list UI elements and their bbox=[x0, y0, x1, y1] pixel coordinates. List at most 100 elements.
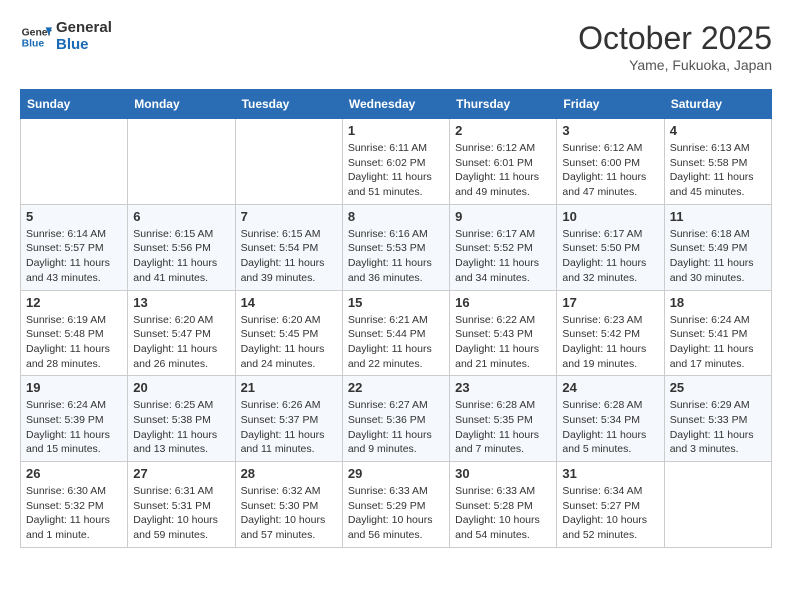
day-info: Sunrise: 6:28 AM Sunset: 5:34 PM Dayligh… bbox=[562, 398, 658, 457]
header-tuesday: Tuesday bbox=[235, 90, 342, 119]
day-number: 10 bbox=[562, 209, 658, 224]
table-row: 3 Sunrise: 6:12 AM Sunset: 6:00 PM Daylig… bbox=[557, 119, 664, 205]
table-row: 30 Sunrise: 6:33 AM Sunset: 5:28 PM Dayli… bbox=[450, 462, 557, 548]
day-info: Sunrise: 6:30 AM Sunset: 5:32 PM Dayligh… bbox=[26, 484, 122, 543]
day-info: Sunrise: 6:17 AM Sunset: 5:50 PM Dayligh… bbox=[562, 227, 658, 286]
day-info: Sunrise: 6:12 AM Sunset: 6:00 PM Dayligh… bbox=[562, 141, 658, 200]
day-info: Sunrise: 6:24 AM Sunset: 5:41 PM Dayligh… bbox=[670, 313, 766, 372]
calendar-table: Sunday Monday Tuesday Wednesday Thursday… bbox=[20, 89, 772, 548]
day-info: Sunrise: 6:14 AM Sunset: 5:57 PM Dayligh… bbox=[26, 227, 122, 286]
day-info: Sunrise: 6:13 AM Sunset: 5:58 PM Dayligh… bbox=[670, 141, 766, 200]
day-info: Sunrise: 6:29 AM Sunset: 5:33 PM Dayligh… bbox=[670, 398, 766, 457]
day-number: 1 bbox=[348, 123, 444, 138]
table-row: 27 Sunrise: 6:31 AM Sunset: 5:31 PM Dayli… bbox=[128, 462, 235, 548]
table-row: 8 Sunrise: 6:16 AM Sunset: 5:53 PM Daylig… bbox=[342, 204, 449, 290]
title-block: October 2025 Yame, Fukuoka, Japan bbox=[578, 20, 772, 73]
day-number: 31 bbox=[562, 466, 658, 481]
header-sunday: Sunday bbox=[21, 90, 128, 119]
table-row: 23Sunrise: 6:28 AM Sunset: 5:35 PM Dayli… bbox=[450, 376, 557, 462]
day-info: Sunrise: 6:19 AM Sunset: 5:48 PM Dayligh… bbox=[26, 313, 122, 372]
table-row: 1 Sunrise: 6:11 AM Sunset: 6:02 PM Daylig… bbox=[342, 119, 449, 205]
day-info: Sunrise: 6:20 AM Sunset: 5:45 PM Dayligh… bbox=[241, 313, 337, 372]
table-row: 10 Sunrise: 6:17 AM Sunset: 5:50 PM Dayli… bbox=[557, 204, 664, 290]
day-number: 11 bbox=[670, 209, 766, 224]
logo: General Blue General Blue bbox=[20, 20, 112, 53]
calendar-header: Sunday Monday Tuesday Wednesday Thursday… bbox=[21, 90, 772, 119]
day-number: 30 bbox=[455, 466, 551, 481]
table-row: 28 Sunrise: 6:32 AM Sunset: 5:30 PM Dayli… bbox=[235, 462, 342, 548]
day-info: Sunrise: 6:26 AM Sunset: 5:37 PM Dayligh… bbox=[241, 398, 337, 457]
day-number: 15 bbox=[348, 295, 444, 310]
day-number: 26 bbox=[26, 466, 122, 481]
day-info: Sunrise: 6:31 AM Sunset: 5:31 PM Dayligh… bbox=[133, 484, 229, 543]
day-number: 16 bbox=[455, 295, 551, 310]
day-info: Sunrise: 6:25 AM Sunset: 5:38 PM Dayligh… bbox=[133, 398, 229, 457]
table-row: 6 Sunrise: 6:15 AM Sunset: 5:56 PM Daylig… bbox=[128, 204, 235, 290]
day-number: 9 bbox=[455, 209, 551, 224]
table-row: 15 Sunrise: 6:21 AM Sunset: 5:44 PM Dayli… bbox=[342, 290, 449, 376]
month-title: October 2025 bbox=[578, 20, 772, 57]
day-number: 28 bbox=[241, 466, 337, 481]
day-info: Sunrise: 6:17 AM Sunset: 5:52 PM Dayligh… bbox=[455, 227, 551, 286]
day-number: 22 bbox=[348, 380, 444, 395]
day-number: 21 bbox=[241, 380, 337, 395]
day-number: 19 bbox=[26, 380, 122, 395]
day-number: 4 bbox=[670, 123, 766, 138]
table-row: 18Sunrise: 6:24 AM Sunset: 5:41 PM Dayli… bbox=[664, 290, 771, 376]
table-row: 21 Sunrise: 6:26 AM Sunset: 5:37 PM Dayli… bbox=[235, 376, 342, 462]
day-number: 6 bbox=[133, 209, 229, 224]
table-row: 11 Sunrise: 6:18 AM Sunset: 5:49 PM Dayli… bbox=[664, 204, 771, 290]
day-info: Sunrise: 6:28 AM Sunset: 5:35 PM Dayligh… bbox=[455, 398, 551, 457]
day-info: Sunrise: 6:21 AM Sunset: 5:44 PM Dayligh… bbox=[348, 313, 444, 372]
logo-icon: General Blue bbox=[20, 21, 52, 53]
day-number: 12 bbox=[26, 295, 122, 310]
table-row: 2 Sunrise: 6:12 AM Sunset: 6:01 PM Daylig… bbox=[450, 119, 557, 205]
header-saturday: Saturday bbox=[664, 90, 771, 119]
day-info: Sunrise: 6:32 AM Sunset: 5:30 PM Dayligh… bbox=[241, 484, 337, 543]
day-info: Sunrise: 6:33 AM Sunset: 5:29 PM Dayligh… bbox=[348, 484, 444, 543]
day-number: 8 bbox=[348, 209, 444, 224]
location: Yame, Fukuoka, Japan bbox=[578, 57, 772, 73]
header-wednesday: Wednesday bbox=[342, 90, 449, 119]
table-row bbox=[21, 119, 128, 205]
table-row bbox=[664, 462, 771, 548]
table-row: 5 Sunrise: 6:14 AM Sunset: 5:57 PM Daylig… bbox=[21, 204, 128, 290]
day-info: Sunrise: 6:33 AM Sunset: 5:28 PM Dayligh… bbox=[455, 484, 551, 543]
day-number: 27 bbox=[133, 466, 229, 481]
table-row: 14 Sunrise: 6:20 AM Sunset: 5:45 PM Dayli… bbox=[235, 290, 342, 376]
day-info: Sunrise: 6:12 AM Sunset: 6:01 PM Dayligh… bbox=[455, 141, 551, 200]
day-info: Sunrise: 6:11 AM Sunset: 6:02 PM Dayligh… bbox=[348, 141, 444, 200]
day-info: Sunrise: 6:18 AM Sunset: 5:49 PM Dayligh… bbox=[670, 227, 766, 286]
day-number: 14 bbox=[241, 295, 337, 310]
day-info: Sunrise: 6:23 AM Sunset: 5:42 PM Dayligh… bbox=[562, 313, 658, 372]
table-row: 7 Sunrise: 6:15 AM Sunset: 5:54 PM Daylig… bbox=[235, 204, 342, 290]
table-row: 22 Sunrise: 6:27 AM Sunset: 5:36 PM Dayli… bbox=[342, 376, 449, 462]
day-number: 3 bbox=[562, 123, 658, 138]
header-monday: Monday bbox=[128, 90, 235, 119]
day-number: 5 bbox=[26, 209, 122, 224]
svg-text:Blue: Blue bbox=[22, 38, 45, 49]
table-row: 26 Sunrise: 6:30 AM Sunset: 5:32 PM Dayli… bbox=[21, 462, 128, 548]
table-row: 19 Sunrise: 6:24 AM Sunset: 5:39 PM Dayli… bbox=[21, 376, 128, 462]
table-row: 17Sunrise: 6:23 AM Sunset: 5:42 PM Dayli… bbox=[557, 290, 664, 376]
table-row: 24Sunrise: 6:28 AM Sunset: 5:34 PM Dayli… bbox=[557, 376, 664, 462]
table-row: 31Sunrise: 6:34 AM Sunset: 5:27 PM Dayli… bbox=[557, 462, 664, 548]
day-number: 2 bbox=[455, 123, 551, 138]
logo-general-text: General bbox=[56, 20, 112, 37]
day-number: 29 bbox=[348, 466, 444, 481]
day-info: Sunrise: 6:24 AM Sunset: 5:39 PM Dayligh… bbox=[26, 398, 122, 457]
header-thursday: Thursday bbox=[450, 90, 557, 119]
day-info: Sunrise: 6:27 AM Sunset: 5:36 PM Dayligh… bbox=[348, 398, 444, 457]
day-info: Sunrise: 6:16 AM Sunset: 5:53 PM Dayligh… bbox=[348, 227, 444, 286]
day-number: 13 bbox=[133, 295, 229, 310]
day-info: Sunrise: 6:15 AM Sunset: 5:54 PM Dayligh… bbox=[241, 227, 337, 286]
table-row: 4 Sunrise: 6:13 AM Sunset: 5:58 PM Daylig… bbox=[664, 119, 771, 205]
day-number: 25 bbox=[670, 380, 766, 395]
day-info: Sunrise: 6:20 AM Sunset: 5:47 PM Dayligh… bbox=[133, 313, 229, 372]
header-friday: Friday bbox=[557, 90, 664, 119]
page-header: General Blue General Blue October 2025 Y… bbox=[20, 20, 772, 73]
day-number: 7 bbox=[241, 209, 337, 224]
table-row: 13 Sunrise: 6:20 AM Sunset: 5:47 PM Dayli… bbox=[128, 290, 235, 376]
day-info: Sunrise: 6:15 AM Sunset: 5:56 PM Dayligh… bbox=[133, 227, 229, 286]
logo-blue-text: Blue bbox=[56, 37, 112, 54]
